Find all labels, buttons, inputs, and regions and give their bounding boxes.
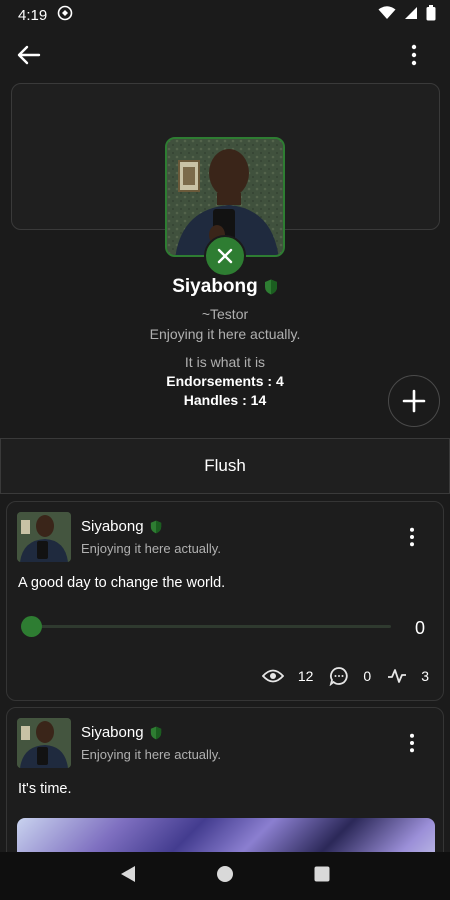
tab-flush-label: Flush — [204, 456, 246, 475]
post-stats: 12 0 3 — [261, 666, 429, 686]
slider-thumb[interactable] — [21, 616, 42, 637]
post-author-name[interactable]: Siyabong — [81, 518, 144, 535]
battery-icon — [426, 5, 436, 25]
status-bar: 4:19 — [0, 0, 450, 30]
close-icon — [217, 248, 233, 264]
wifi-icon — [378, 6, 396, 24]
profile-handle: ~Testor — [201, 306, 249, 322]
shield-icon — [150, 726, 161, 739]
comments-count: 0 — [363, 668, 372, 684]
profile-status: It is what it is — [184, 354, 266, 370]
tab-flush[interactable]: Flush — [0, 438, 450, 494]
post-author-name[interactable]: Siyabong — [81, 724, 144, 741]
post-text: A good day to change the world. — [18, 575, 226, 591]
activity-icon[interactable] — [387, 668, 407, 684]
rating-slider[interactable] — [21, 616, 391, 637]
unfollow-button[interactable] — [204, 235, 246, 277]
system-nav-bar — [0, 852, 450, 900]
post-author-avatar[interactable] — [17, 512, 71, 562]
nav-home-icon[interactable] — [216, 865, 234, 888]
arrow-back-icon — [17, 45, 41, 65]
post-text: It's time. — [18, 781, 72, 797]
profile-name: Siyabong — [172, 276, 258, 297]
profile-name-row: Siyabong — [172, 276, 278, 298]
back-button[interactable] — [14, 42, 44, 68]
overflow-menu-button[interactable] — [408, 42, 420, 68]
profile-bio: Enjoying it here actually. — [149, 326, 301, 342]
slider-track — [31, 625, 391, 628]
shield-icon — [264, 279, 277, 295]
status-time: 4:19 — [18, 6, 48, 24]
nav-recents-icon[interactable] — [314, 866, 330, 887]
app-notification-icon — [57, 5, 73, 25]
more-vertical-icon — [411, 44, 417, 66]
more-vertical-icon — [410, 527, 414, 547]
nav-back-icon[interactable] — [120, 865, 136, 888]
post-author-row: Siyabong — [81, 724, 162, 741]
post-menu-button[interactable] — [407, 526, 417, 548]
post-author-row: Siyabong — [81, 518, 162, 535]
post-author-avatar[interactable] — [17, 718, 71, 768]
chat-bubble-icon[interactable] — [329, 666, 349, 686]
handles-count[interactable]: Handles : 14 — [0, 392, 450, 408]
post-card[interactable]: Siyabong Enjoying it here actually. A go… — [6, 501, 444, 701]
endorsements-count[interactable]: Endorsements : 4 — [0, 373, 450, 389]
eye-icon[interactable] — [261, 669, 284, 683]
reactions-count: 3 — [421, 668, 429, 684]
shield-icon — [150, 520, 161, 533]
more-vertical-icon — [410, 733, 414, 753]
post-menu-button[interactable] — [407, 732, 417, 754]
slider-value: 0 — [414, 618, 425, 638]
post-author-bio: Enjoying it here actually. — [81, 747, 221, 762]
add-button[interactable] — [388, 375, 440, 427]
post-card[interactable]: Siyabong Enjoying it here actually. It's… — [6, 707, 444, 867]
plus-icon — [402, 389, 426, 413]
app-bar — [0, 30, 450, 80]
views-count: 12 — [297, 668, 314, 684]
cell-signal-icon — [404, 6, 418, 24]
profile-info: Siyabong ~Testor Enjoying it here actual… — [0, 276, 450, 408]
post-author-bio: Enjoying it here actually. — [81, 541, 221, 556]
